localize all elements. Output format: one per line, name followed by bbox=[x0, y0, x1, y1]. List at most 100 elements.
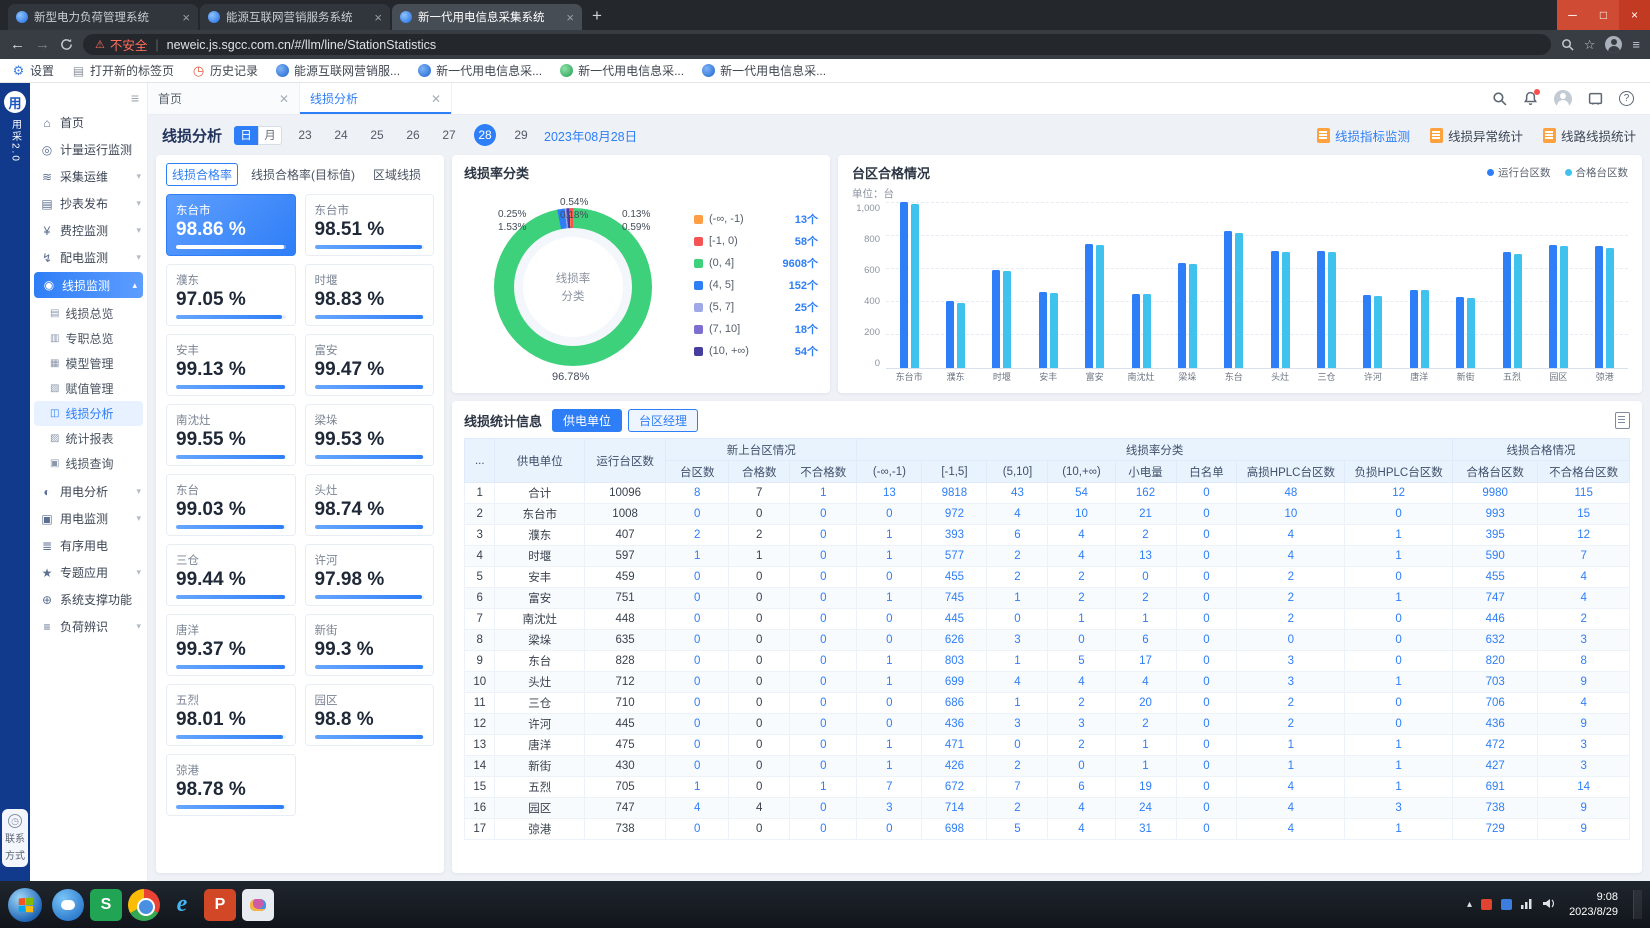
table-cell[interactable]: 699 bbox=[922, 672, 987, 693]
table-cell[interactable]: 2 bbox=[666, 525, 729, 546]
table-cell[interactable]: 691 bbox=[1452, 777, 1537, 798]
powerpoint-icon[interactable]: P bbox=[204, 889, 236, 921]
table-cell[interactable]: 1 bbox=[1345, 672, 1453, 693]
table-cell[interactable]: 436 bbox=[922, 714, 987, 735]
table-cell[interactable]: 4 bbox=[1048, 672, 1115, 693]
files-icon[interactable]: S bbox=[90, 889, 122, 921]
table-cell[interactable]: 626 bbox=[922, 630, 987, 651]
bookmark-item[interactable]: ⚙设置 bbox=[12, 62, 54, 79]
table-cell[interactable]: 7 bbox=[857, 777, 922, 798]
bookmark-item[interactable]: 能源互联网营销服... bbox=[276, 62, 400, 79]
table-cell[interactable]: 0 bbox=[666, 651, 729, 672]
sidebar-item[interactable]: ≋采集运维▾ bbox=[30, 163, 147, 190]
table-cell[interactable]: 993 bbox=[1452, 504, 1537, 525]
table-cell[interactable]: 0 bbox=[666, 819, 729, 840]
table-cell[interactable]: 0 bbox=[1048, 630, 1115, 651]
fullscreen-icon[interactable] bbox=[1588, 91, 1603, 106]
table-cell[interactable]: 0 bbox=[1345, 504, 1453, 525]
table-cell[interactable]: 4 bbox=[1237, 525, 1345, 546]
table-cell[interactable]: 1 bbox=[1115, 756, 1176, 777]
day-pill[interactable]: 28 bbox=[474, 124, 496, 146]
bar-segment[interactable] bbox=[957, 303, 965, 368]
day-pill[interactable]: 29 bbox=[510, 124, 532, 146]
url-field[interactable]: 不安全 | neweic.js.sgcc.com.cn/#/llm/line/S… bbox=[83, 34, 1551, 55]
table-cell[interactable]: 0 bbox=[1176, 504, 1237, 525]
table-cell[interactable]: 3 bbox=[1237, 651, 1345, 672]
day-pill[interactable]: 23 bbox=[294, 124, 316, 146]
table-cell[interactable]: 0 bbox=[1176, 819, 1237, 840]
table-cell[interactable]: 2 bbox=[987, 546, 1048, 567]
table-cell[interactable]: 7 bbox=[987, 777, 1048, 798]
legend-item[interactable]: (4, 5]152个 bbox=[694, 277, 818, 293]
table-cell[interactable]: 0 bbox=[666, 588, 729, 609]
table-cell[interactable]: 590 bbox=[1452, 546, 1537, 567]
table-cell[interactable]: 0 bbox=[790, 714, 857, 735]
table-cell[interactable]: 12 bbox=[1538, 525, 1630, 546]
taskbar-clock[interactable]: 9:08 2023/8/29 bbox=[1569, 890, 1618, 920]
table-cell[interactable]: 14 bbox=[1538, 777, 1630, 798]
table-row[interactable]: 17弶港738000069854310417299 bbox=[465, 819, 1630, 840]
bar-segment[interactable] bbox=[1224, 231, 1232, 368]
table-cell[interactable]: 0 bbox=[1176, 567, 1237, 588]
table-cell[interactable]: 0 bbox=[1176, 630, 1237, 651]
bar-segment[interactable] bbox=[1328, 252, 1336, 368]
rate-tab[interactable]: 区域线损 bbox=[368, 164, 426, 185]
table-cell[interactable]: 4 bbox=[1538, 588, 1630, 609]
table-cell[interactable]: 0 bbox=[790, 672, 857, 693]
table-cell[interactable]: 15 bbox=[1538, 504, 1630, 525]
back-icon[interactable]: ← bbox=[10, 36, 25, 53]
show-desktop-button[interactable] bbox=[1633, 890, 1642, 920]
table-cell[interactable]: 1 bbox=[987, 651, 1048, 672]
bar-segment[interactable] bbox=[1467, 298, 1475, 368]
table-cell[interactable]: 19 bbox=[1115, 777, 1176, 798]
day-pill[interactable]: 26 bbox=[402, 124, 424, 146]
tray-expand-icon[interactable]: ▴ bbox=[1467, 899, 1472, 910]
rate-card[interactable]: 梁垛99.53 % bbox=[305, 404, 435, 466]
legend-item[interactable]: (-∞, -1)13个 bbox=[694, 211, 818, 227]
messenger-icon[interactable] bbox=[52, 889, 84, 921]
table-cell[interactable]: 9 bbox=[1538, 819, 1630, 840]
rate-tab[interactable]: 线损合格率 bbox=[166, 163, 238, 186]
bar-segment[interactable] bbox=[900, 202, 908, 368]
rate-card[interactable]: 东台市98.51 % bbox=[305, 194, 435, 256]
bar-segment[interactable] bbox=[1363, 295, 1371, 368]
table-cell[interactable]: 0 bbox=[790, 504, 857, 525]
table-cell[interactable]: 8 bbox=[666, 483, 729, 504]
table-cell[interactable]: 1 bbox=[1345, 777, 1453, 798]
table-cell[interactable]: 2 bbox=[1048, 693, 1115, 714]
table-cell[interactable]: 0 bbox=[857, 819, 922, 840]
table-cell[interactable]: 0 bbox=[666, 756, 729, 777]
table-cell[interactable]: 1 bbox=[1115, 735, 1176, 756]
ie-icon[interactable]: e bbox=[166, 889, 198, 921]
table-cell[interactable]: 0 bbox=[1237, 630, 1345, 651]
table-cell[interactable]: 0 bbox=[1176, 483, 1237, 504]
table-cell[interactable]: 13 bbox=[857, 483, 922, 504]
table-cell[interactable]: 1 bbox=[857, 756, 922, 777]
table-cell[interactable]: 0 bbox=[790, 525, 857, 546]
table-cell[interactable]: 0 bbox=[857, 693, 922, 714]
table-cell[interactable]: 1 bbox=[666, 546, 729, 567]
table-cell[interactable]: 1 bbox=[1237, 735, 1345, 756]
sidebar-subitem[interactable]: ▤线损总览 bbox=[30, 301, 147, 326]
table-cell[interactable]: 1 bbox=[857, 588, 922, 609]
rate-card[interactable]: 新街99.3 % bbox=[305, 614, 435, 676]
table-cell[interactable]: 4 bbox=[1237, 777, 1345, 798]
table-cell[interactable]: 393 bbox=[922, 525, 987, 546]
table-cell[interactable]: 12 bbox=[1345, 483, 1453, 504]
table-cell[interactable]: 4 bbox=[1538, 567, 1630, 588]
bar-segment[interactable] bbox=[1096, 245, 1104, 368]
sidebar-subitem[interactable]: ▣线损查询 bbox=[30, 451, 147, 476]
table-cell[interactable]: 0 bbox=[666, 693, 729, 714]
rate-card[interactable]: 南沈灶99.55 % bbox=[166, 404, 296, 466]
rate-card[interactable]: 三仓99.44 % bbox=[166, 544, 296, 606]
table-cell[interactable]: 0 bbox=[1345, 693, 1453, 714]
table-cell[interactable]: 706 bbox=[1452, 693, 1537, 714]
tray-app-icon-red[interactable] bbox=[1481, 899, 1492, 910]
day-pill[interactable]: 24 bbox=[330, 124, 352, 146]
table-cell[interactable]: 1 bbox=[1345, 588, 1453, 609]
table-cell[interactable]: 0 bbox=[666, 630, 729, 651]
table-cell[interactable]: 1 bbox=[857, 525, 922, 546]
table-cell[interactable]: 9980 bbox=[1452, 483, 1537, 504]
legend-item[interactable]: (5, 7]25个 bbox=[694, 299, 818, 315]
table-row[interactable]: 15五烈7051017672761904169114 bbox=[465, 777, 1630, 798]
